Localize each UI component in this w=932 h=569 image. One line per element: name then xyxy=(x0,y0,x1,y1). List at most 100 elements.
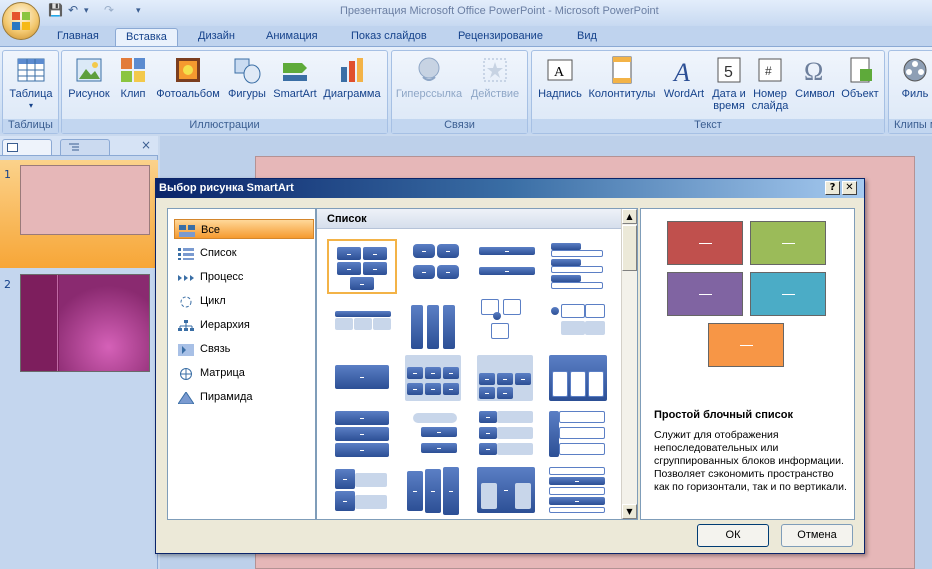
redo-icon[interactable]: ↷ xyxy=(104,3,114,17)
preview-panel: Простой блочный список Служит для отобра… xyxy=(640,208,855,520)
preview-description: Служит для отображения непоследовательны… xyxy=(654,429,847,493)
group-label-clips: Клипы м xyxy=(889,119,932,133)
svg-text:A: A xyxy=(672,58,690,85)
tab-review[interactable]: Рецензирование xyxy=(448,28,553,46)
layout-list-19[interactable] xyxy=(475,465,539,517)
layout-list-14[interactable] xyxy=(403,409,467,461)
action-button[interactable]: Действие xyxy=(466,55,524,100)
tab-slideshow[interactable]: Показ слайдов xyxy=(341,28,437,46)
layout-list-16[interactable] xyxy=(547,409,611,461)
undo-icon[interactable]: ↶ xyxy=(68,3,78,17)
layout-list-20[interactable] xyxy=(547,465,611,517)
category-all[interactable]: Все xyxy=(174,219,314,239)
layout-list-9[interactable] xyxy=(331,359,395,411)
layout-gallery: Список ▲ ▼ xyxy=(316,208,638,520)
tab-slides[interactable] xyxy=(2,139,52,155)
chart-button[interactable]: Диаграмма xyxy=(320,55,384,100)
omega-icon: Ω xyxy=(800,55,830,86)
table-button[interactable]: Таблица ▾ xyxy=(7,55,55,112)
scroll-up-icon[interactable]: ▲ xyxy=(622,209,637,224)
group-tables: Таблица ▾ Таблицы xyxy=(2,50,59,134)
movie-button[interactable]: Филь xyxy=(895,55,932,100)
group-illustrations: Рисунок Клип Фотоальбом Фигуры SmartArt … xyxy=(61,50,388,134)
datetime-button[interactable]: 5 Дата и время xyxy=(710,55,748,112)
layout-list-12[interactable] xyxy=(547,353,611,405)
tab-design[interactable]: Дизайн xyxy=(188,28,245,46)
category-cycle[interactable]: Цикл xyxy=(174,291,314,311)
layout-list-18[interactable] xyxy=(403,465,467,517)
window-title: Презентация Microsoft Office PowerPoint … xyxy=(340,5,659,17)
film-reel-icon xyxy=(900,55,930,85)
wordart-button[interactable]: A WordArt xyxy=(660,55,708,100)
help-button[interactable]: ? xyxy=(825,181,840,195)
slide-thumbnail-1[interactable]: 1 xyxy=(0,160,158,268)
tab-outline[interactable] xyxy=(60,139,110,155)
header-footer-button[interactable]: Колонтитулы xyxy=(587,55,657,100)
scroll-thumb[interactable] xyxy=(622,225,637,271)
chart-icon xyxy=(337,55,367,85)
textbox-icon: A xyxy=(545,55,575,85)
hyperlink-icon xyxy=(414,55,444,85)
hierarchy-icon xyxy=(178,319,194,331)
picture-icon xyxy=(74,55,104,85)
object-button[interactable]: Объект xyxy=(838,55,882,100)
textbox-button[interactable]: A Надпись xyxy=(535,55,585,100)
slide-thumbnail-2[interactable]: 2 xyxy=(0,272,158,372)
pyramid-icon xyxy=(177,391,195,405)
tab-view[interactable]: Вид xyxy=(567,28,607,46)
layout-list-10[interactable] xyxy=(403,353,467,405)
undo-dropdown-icon[interactable]: ▾ xyxy=(84,6,89,16)
svg-text:5: 5 xyxy=(724,64,733,81)
cancel-button[interactable]: Отмена xyxy=(781,524,853,547)
hyperlink-button[interactable]: Гиперссылка xyxy=(395,55,463,100)
layout-list-13[interactable] xyxy=(331,409,395,461)
office-logo-icon xyxy=(12,12,32,32)
layout-list-3[interactable] xyxy=(475,241,539,293)
photoalbum-button[interactable]: Фотоальбом xyxy=(155,55,221,100)
picture-button[interactable]: Рисунок xyxy=(65,55,113,100)
group-clips: Филь Клипы м xyxy=(888,50,932,134)
slide-number-icon: # xyxy=(755,55,785,85)
slide-number-button[interactable]: # Номер слайда xyxy=(750,55,790,112)
close-button[interactable]: ✕ xyxy=(842,181,857,195)
category-relationship[interactable]: Связь xyxy=(174,339,314,359)
group-label-tables: Таблицы xyxy=(3,119,58,133)
tab-insert[interactable]: Вставка xyxy=(115,28,178,46)
header-footer-icon xyxy=(607,55,637,85)
layout-list-4[interactable] xyxy=(547,239,611,291)
gallery-scrollbar[interactable]: ▲ ▼ xyxy=(621,209,637,519)
shapes-button[interactable]: Фигуры xyxy=(225,55,269,100)
category-hierarchy[interactable]: Иерархия xyxy=(174,315,314,335)
office-button[interactable] xyxy=(2,2,40,40)
category-pyramid[interactable]: Пирамида xyxy=(174,387,314,407)
layout-list-2[interactable] xyxy=(403,241,467,293)
close-pane-icon[interactable]: × xyxy=(141,138,151,152)
category-list-item[interactable]: Список xyxy=(174,243,314,263)
category-list: Все Список Процесс Цикл Иерархия Связь М… xyxy=(167,208,316,520)
layout-list-6[interactable] xyxy=(403,301,467,353)
shapes-icon xyxy=(232,55,262,85)
layout-list-15[interactable] xyxy=(475,409,539,461)
category-process[interactable]: Процесс xyxy=(174,267,314,287)
symbol-button[interactable]: Ω Символ xyxy=(792,55,838,100)
layout-list-5[interactable] xyxy=(331,301,395,353)
layout-list-8[interactable] xyxy=(547,301,611,353)
scroll-down-icon[interactable]: ▼ xyxy=(622,504,637,519)
customize-qat-icon[interactable]: ▾ xyxy=(136,6,141,16)
list-icon xyxy=(178,247,194,260)
slide-preview-1 xyxy=(20,165,150,235)
smartart-button[interactable]: SmartArt xyxy=(271,55,319,100)
category-matrix[interactable]: Матрица xyxy=(174,363,314,383)
tab-home[interactable]: Главная xyxy=(47,28,109,46)
layout-basic-block-list[interactable] xyxy=(327,239,397,294)
group-label-text: Текст xyxy=(532,119,884,133)
relationship-icon xyxy=(178,343,194,356)
layout-list-7[interactable] xyxy=(475,297,539,349)
dialog-title: Выбор рисунка SmartArt xyxy=(156,179,864,198)
save-icon[interactable]: 💾 xyxy=(48,3,63,17)
ok-button[interactable]: ОК xyxy=(697,524,769,547)
tab-animation[interactable]: Анимация xyxy=(256,28,328,46)
clip-button[interactable]: Клип xyxy=(115,55,151,100)
layout-list-17[interactable] xyxy=(331,465,395,517)
layout-list-11[interactable] xyxy=(475,353,539,405)
